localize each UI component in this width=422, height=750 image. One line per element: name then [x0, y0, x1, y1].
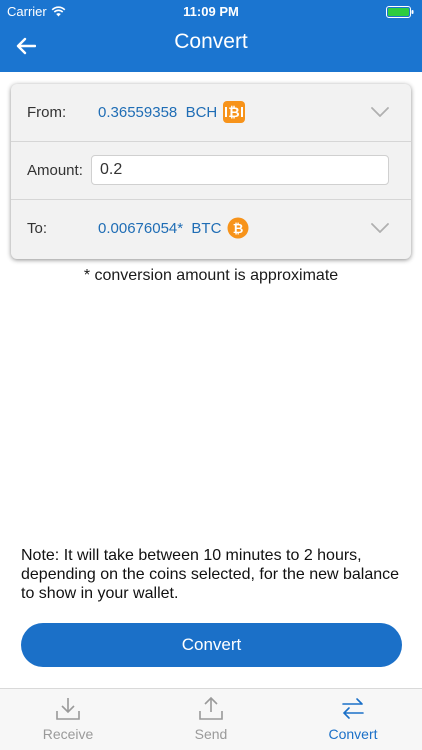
svg-text:₿: ₿: [229, 105, 240, 121]
convert-card: From: 0.36559358 BCH ₿ Amount: To: 0.006…: [11, 84, 411, 259]
app-header: Carrier 11:09 PM Convert: [0, 0, 422, 72]
page-title: Convert: [174, 30, 248, 53]
chevron-down-icon[interactable]: [371, 107, 389, 117]
bitcoin-icon: ₿: [227, 217, 249, 239]
download-tray-icon: [56, 698, 80, 720]
tab-bar: Receive Send Convert: [0, 688, 422, 750]
approximate-note: * conversion amount is approximate: [83, 267, 339, 284]
amount-row: Amount:: [11, 142, 411, 198]
tab-label: Receive: [42, 726, 94, 742]
tab-label: Send: [194, 726, 228, 742]
timing-note: Note: It will take between 10 minutes to…: [21, 547, 400, 602]
nav-bar: Convert: [0, 24, 422, 68]
convert-button[interactable]: Convert: [21, 623, 402, 667]
tab-label: Convert: [328, 726, 378, 742]
from-row[interactable]: From: 0.36559358 BCH ₿: [11, 84, 411, 140]
from-coin-selector[interactable]: 0.36559358 BCH ₿: [98, 101, 246, 123]
upload-tray-icon: [199, 696, 223, 720]
swap-arrows-icon: [342, 698, 364, 719]
to-coin-selector[interactable]: 0.00676054* BTC ₿: [98, 217, 249, 239]
tab-receive[interactable]: Receive: [0, 689, 138, 750]
amount-input[interactable]: [91, 155, 389, 185]
from-value: 0.36559358 BCH: [98, 103, 218, 121]
battery-icon: [386, 6, 414, 18]
to-value: 0.00676054* BTC: [98, 219, 222, 237]
tab-send[interactable]: Send: [141, 689, 281, 750]
svg-text:₿: ₿: [233, 222, 244, 237]
chevron-down-icon[interactable]: [371, 223, 389, 233]
amount-label: Amount:: [27, 161, 83, 179]
bitcoin-cash-icon: ₿: [223, 101, 246, 123]
status-time: 11:09 PM: [183, 4, 239, 19]
to-row[interactable]: To: 0.00676054* BTC ₿: [11, 200, 411, 256]
tab-convert[interactable]: Convert: [283, 689, 422, 750]
from-label: From:: [27, 103, 67, 121]
status-bar: Carrier 11:09 PM: [0, 0, 422, 24]
to-label: To:: [27, 219, 48, 237]
